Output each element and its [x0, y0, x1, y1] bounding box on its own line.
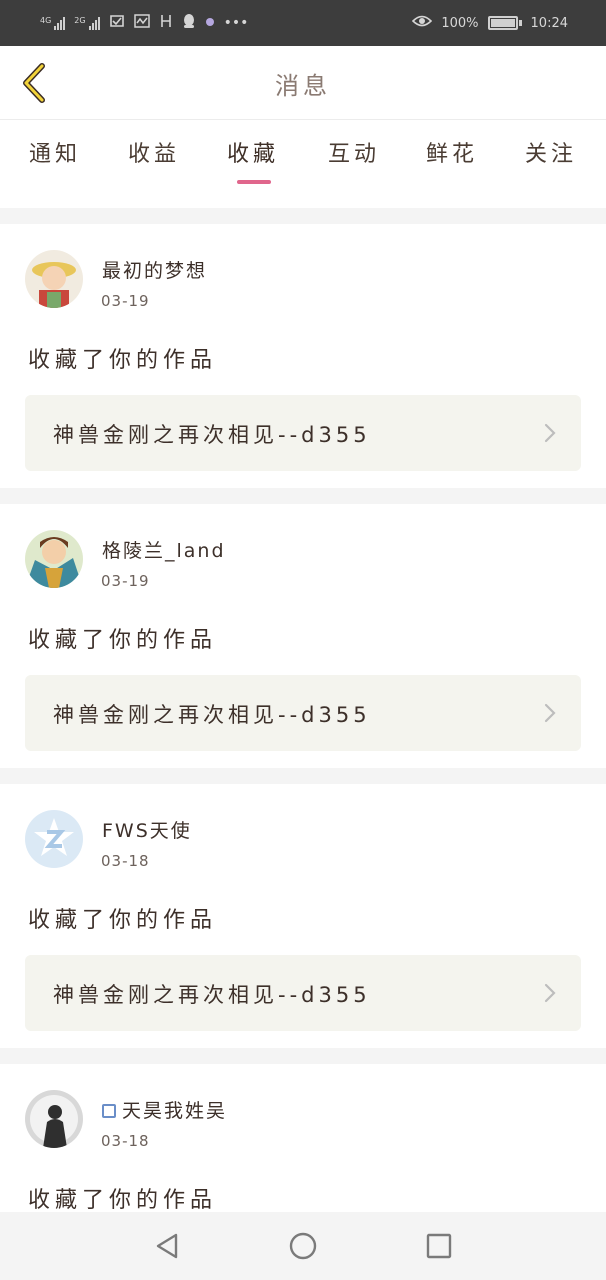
tab-interactions[interactable]: 互动 — [319, 136, 389, 168]
message-list: 最初的梦想 03-19 收藏了你的作品 神兽金刚之再次相见--d355 格陵兰_… — [0, 224, 606, 1280]
username[interactable]: 天昊我姓吴 — [102, 1096, 227, 1123]
recent-apps-square-icon[interactable] — [426, 1233, 452, 1259]
signal-2g-icon: 2G — [74, 16, 100, 30]
back-triangle-icon[interactable] — [154, 1232, 180, 1260]
avatar[interactable] — [25, 1090, 83, 1148]
tag-icon — [102, 1104, 116, 1118]
message-card: 格陵兰_land 03-19 收藏了你的作品 神兽金刚之再次相见--d355 — [0, 504, 606, 768]
system-nav-bar — [0, 1212, 606, 1280]
app-dot-icon — [205, 15, 215, 31]
message-card: 最初的梦想 03-19 收藏了你的作品 神兽金刚之再次相见--d355 — [0, 224, 606, 488]
battery-percent: 100% — [441, 15, 479, 31]
date: 03-18 — [101, 1132, 150, 1150]
avatar[interactable] — [25, 810, 83, 868]
tab-following[interactable]: 关注 — [516, 136, 586, 168]
signal-4g-icon: 4G — [40, 16, 66, 30]
status-icons-right: 100% 10:24 — [412, 14, 568, 32]
date: 03-19 — [101, 572, 150, 590]
action-text: 收藏了你的作品 — [28, 1188, 218, 1213]
message-card: FWS天使 03-18 收藏了你的作品 神兽金刚之再次相见--d355 — [0, 784, 606, 1048]
more-dots-icon: ••• — [223, 15, 249, 31]
chevron-right-icon — [544, 703, 556, 723]
status-icons-left: 4G 2G ••• — [40, 13, 248, 33]
work-link[interactable]: 神兽金刚之再次相见--d355 — [25, 955, 581, 1031]
home-circle-icon[interactable] — [288, 1231, 318, 1261]
work-link[interactable]: 神兽金刚之再次相见--d355 — [25, 675, 581, 751]
active-tab-indicator — [237, 180, 271, 184]
tab-bar: 通知 收益 收藏 互动 鲜花 关注 — [0, 120, 606, 208]
nav-header: 消息 — [0, 46, 606, 120]
tab-favorites[interactable]: 收藏 — [218, 136, 288, 168]
date: 03-19 — [101, 292, 150, 310]
avatar[interactable] — [25, 530, 83, 588]
page-title: 消息 — [275, 72, 331, 100]
avatar[interactable] — [25, 250, 83, 308]
clock: 10:24 — [530, 15, 568, 31]
tab-notice[interactable]: 通知 — [20, 136, 90, 168]
qq-penguin-icon — [182, 13, 196, 33]
username[interactable]: 最初的梦想 — [102, 256, 207, 283]
shield-notification-icon — [109, 14, 125, 32]
tab-earnings[interactable]: 收益 — [119, 136, 189, 168]
tab-flowers[interactable]: 鲜花 — [417, 136, 487, 168]
status-bar: 4G 2G ••• 100% 10:24 — [0, 0, 606, 46]
action-text: 收藏了你的作品 — [28, 628, 218, 653]
work-title: 神兽金刚之再次相见--d355 — [53, 983, 371, 1007]
work-link[interactable]: 神兽金刚之再次相见--d355 — [25, 395, 581, 471]
chevron-right-icon — [544, 983, 556, 1003]
date: 03-18 — [101, 852, 150, 870]
work-title: 神兽金刚之再次相见--d355 — [53, 703, 371, 727]
eye-comfort-icon — [412, 14, 433, 32]
work-title: 神兽金刚之再次相见--d355 — [53, 423, 371, 447]
hanzi-app-icon — [159, 14, 173, 32]
action-text: 收藏了你的作品 — [28, 908, 218, 933]
action-text: 收藏了你的作品 — [28, 348, 218, 373]
username[interactable]: 格陵兰_land — [102, 536, 226, 563]
battery-icon — [487, 16, 522, 30]
chevron-right-icon — [544, 423, 556, 443]
username[interactable]: FWS天使 — [102, 816, 192, 843]
activity-icon — [133, 14, 150, 32]
username-text: 天昊我姓吴 — [122, 1100, 228, 1122]
